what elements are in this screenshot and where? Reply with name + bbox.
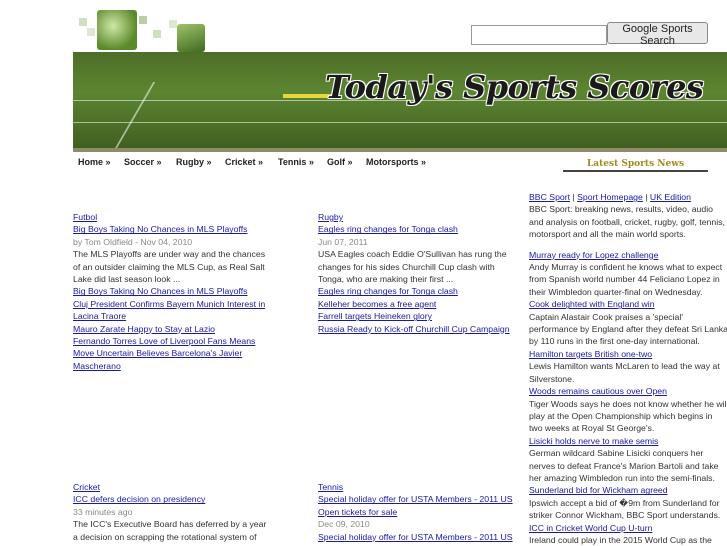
news-item-body: nerves to defeat France's Marion Bartoli… bbox=[529, 460, 719, 471]
rugby-headline-link[interactable]: Eagles ring changes for Tonga clash bbox=[318, 223, 523, 235]
news-item-body: performance by England after they defeat… bbox=[529, 324, 727, 335]
futbol-related-link[interactable]: Big Boys Taking No Chances in MLS Playof… bbox=[73, 285, 303, 297]
futbol-headline-link[interactable]: Big Boys Taking No Chances in MLS Playof… bbox=[73, 223, 303, 235]
tennis-category-link[interactable]: Tennis bbox=[318, 481, 523, 493]
news-item-body: their Wimbledon quarter-final on Wednesd… bbox=[529, 286, 703, 297]
rugby-category-link[interactable]: Rugby bbox=[318, 211, 523, 223]
news-item-body: Silverstone. bbox=[529, 373, 575, 384]
news-item-body: Lewis Hamilton wants McLaren to lead the… bbox=[529, 361, 720, 372]
site-logo[interactable] bbox=[73, 6, 208, 52]
news-item-body: Ipswich accept a bid of �9m from Sunderl… bbox=[529, 497, 720, 508]
rugby-body-line: Tonga, who are making their first ... bbox=[318, 274, 454, 285]
nav-tennis[interactable]: Tennis » bbox=[278, 157, 314, 167]
cricket-headline-link[interactable]: ICC defers decision on presidency bbox=[73, 493, 303, 505]
tennis-section: Tennis Special holiday offer for USTA Me… bbox=[318, 481, 523, 543]
news-item-body: Ireland could play in the 2015 World Cup… bbox=[529, 534, 712, 545]
header-banner: Today's Sports Scores bbox=[73, 52, 727, 152]
latest-sports-news-heading: Latest Sports News bbox=[563, 159, 708, 172]
futbol-related-link[interactable]: Fernando Torres Love of Liverpool Fans M… bbox=[73, 335, 303, 347]
nav-rugby[interactable]: Rugby » bbox=[176, 157, 212, 167]
futbol-category-link[interactable]: Futbol bbox=[73, 211, 303, 223]
google-sports-search-button[interactable]: Google Sports Search bbox=[607, 22, 708, 47]
banner-title: Today's Sports Scores bbox=[325, 68, 704, 106]
futbol-related-link[interactable]: Mauro Zarate Happy to Stay at Lazio bbox=[73, 323, 303, 335]
news-item-body: from Spanish world number 44 Feliciano L… bbox=[529, 274, 720, 285]
futbol-body-line: The MLS Playoffs are under way and the c… bbox=[73, 249, 266, 260]
nav-soccer[interactable]: Soccer » bbox=[124, 157, 162, 167]
futbol-related-link[interactable]: Lacina Traore bbox=[73, 310, 303, 322]
news-item-title[interactable]: Sunderland bid for Wickham agreed bbox=[529, 484, 727, 496]
tennis-related-link[interactable]: Special holiday offer for USTA Members -… bbox=[318, 531, 523, 543]
tennis-headline-link[interactable]: Special holiday offer for USTA Members -… bbox=[318, 493, 523, 505]
nav-cricket[interactable]: Cricket » bbox=[225, 157, 263, 167]
news-item-title[interactable]: Cook delighted with England win bbox=[529, 298, 727, 310]
search-input[interactable] bbox=[471, 25, 607, 45]
banner-border bbox=[73, 148, 727, 152]
futbol-related-link[interactable]: Move Uncertain Believes Barcelona's Javi… bbox=[73, 347, 303, 359]
soccer-thumbnail-icon bbox=[97, 10, 137, 50]
news-item-body: by 110 runs in the first one-day interna… bbox=[529, 336, 700, 347]
futbol-related-link[interactable]: Cluj President Confirms Bayern Munich In… bbox=[73, 298, 303, 310]
news-item-body: two weeks at Royal St George's. bbox=[529, 423, 655, 434]
player-thumbnail-icon bbox=[177, 24, 205, 52]
futbol-related-link[interactable]: Mascherano bbox=[73, 360, 303, 372]
bbc-intro-line: BBC Sport: breaking news, results, video… bbox=[529, 204, 713, 215]
bbc-intro-line: motorsport and all the main world sports… bbox=[529, 229, 686, 240]
separator: | bbox=[642, 192, 650, 202]
sport-homepage-link[interactable]: Sport Homepage bbox=[577, 192, 643, 202]
tennis-headline-link-cont[interactable]: Open tickets for sale bbox=[318, 506, 523, 518]
news-item-title[interactable]: Lisicki holds nerve to make semis bbox=[529, 435, 727, 447]
news-item-title[interactable]: Woods remains cautious over Open bbox=[529, 385, 727, 397]
rugby-meta: Jun 07, 2011 bbox=[318, 236, 368, 247]
news-item-title[interactable]: Murray ready for Lopez challenge bbox=[529, 249, 727, 261]
bbc-sport-link[interactable]: BBC Sport bbox=[529, 192, 570, 202]
rugby-related-link[interactable]: Farrell targets Heineken glory bbox=[318, 310, 523, 322]
news-item-body: Tiger Woods says he does not know whethe… bbox=[529, 398, 727, 409]
news-item-body: play at the Open Championship which begi… bbox=[529, 410, 713, 421]
tennis-meta: Dec 09, 2010 bbox=[318, 519, 370, 530]
bbc-intro-line: and analysis on football, cricket, rugby… bbox=[529, 216, 725, 227]
nav-golf[interactable]: Golf » bbox=[327, 157, 353, 167]
uk-edition-link[interactable]: UK Edition bbox=[650, 192, 691, 202]
rugby-related-link[interactable]: Eagles ring changes for Tonga clash bbox=[318, 285, 523, 297]
cricket-category-link[interactable]: Cricket bbox=[73, 481, 303, 493]
rugby-section: Rugby Eagles ring changes for Tonga clas… bbox=[318, 211, 523, 335]
rugby-body-line: changes for his sides Churchill Cup clas… bbox=[318, 261, 495, 272]
nav-home[interactable]: Home » bbox=[78, 157, 111, 167]
news-item-body: Andy Murray is confident he knows what t… bbox=[529, 262, 723, 273]
news-item-body: Captain Alastair Cook praises a 'special… bbox=[529, 311, 683, 322]
futbol-body-line: of an outsider claiming the MLS Cup, as … bbox=[73, 261, 265, 272]
bbc-news-feed: BBC Sport | Sport Homepage | UK Edition … bbox=[529, 191, 727, 546]
cricket-section: Cricket ICC defers decision on presidenc… bbox=[73, 481, 303, 543]
futbol-meta: by Tom Oldfield - Nov 04, 2010 bbox=[73, 236, 193, 247]
news-item-body: her amazing Wimbledon run into the semi-… bbox=[529, 472, 715, 483]
cricket-meta: 33 minutes ago bbox=[73, 506, 133, 517]
futbol-section: Futbol Big Boys Taking No Chances in MLS… bbox=[73, 211, 303, 372]
news-item-body: striker Connor Wickham, BBC Sport unders… bbox=[529, 510, 721, 521]
rugby-related-link[interactable]: Russia Ready to Kick-off Churchill Cup C… bbox=[318, 323, 523, 335]
cricket-body-line: a decision on scrapping the rotational s… bbox=[73, 531, 257, 542]
rugby-body-line: USA Eagles coach Eddie O'Sullivan has ru… bbox=[318, 249, 507, 260]
news-item-body: German wildcard Sabine Lisicki conquers … bbox=[529, 448, 704, 459]
nav-motorsports[interactable]: Motorsports » bbox=[366, 157, 426, 167]
futbol-body-line: Lake did last season look ... bbox=[73, 274, 181, 285]
rugby-related-link[interactable]: Kelleher becomes a free agent bbox=[318, 298, 523, 310]
news-item-title[interactable]: ICC in Cricket World Cup U-turn bbox=[529, 522, 727, 534]
cricket-body-line: The ICC's Executive Board has deferred b… bbox=[73, 519, 267, 530]
news-item-title[interactable]: Hamilton targets British one-two bbox=[529, 348, 727, 360]
